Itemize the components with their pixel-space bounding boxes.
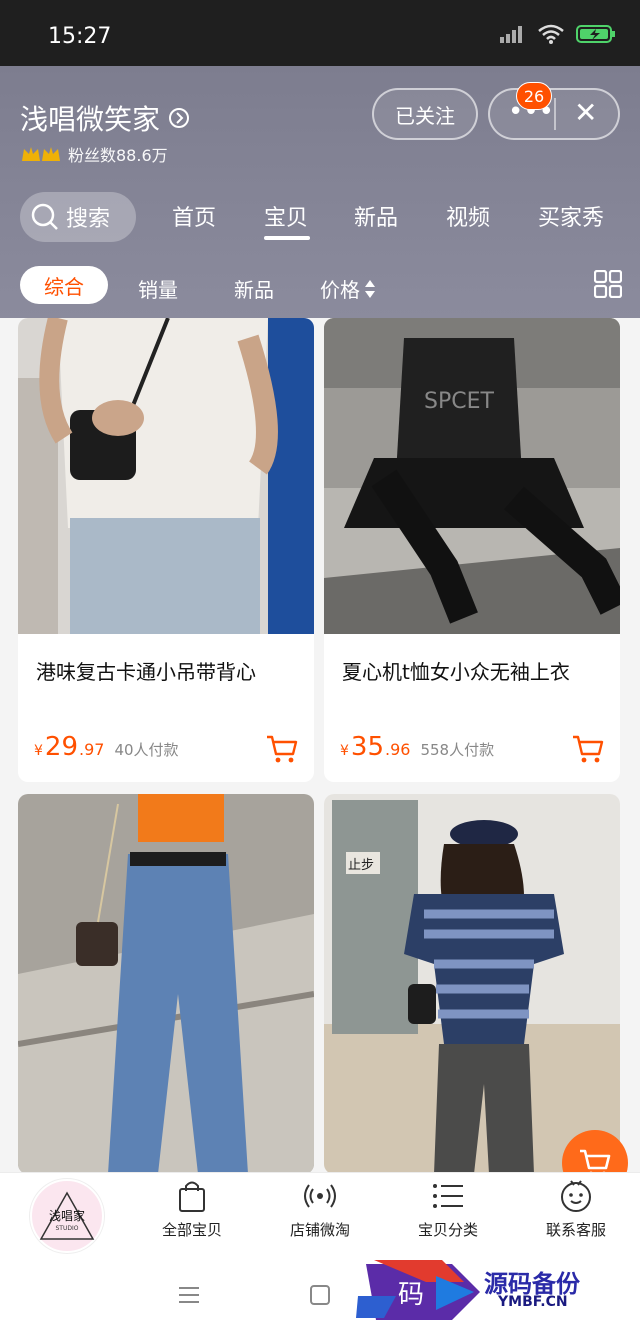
search-button[interactable]: 搜索 [20,192,136,242]
search-icon [31,203,58,230]
shop-name: 浅唱微笑家 [20,103,161,136]
paid-count: 558人付款 [420,741,495,759]
product-card[interactable]: 止步 [324,794,620,1174]
add-to-cart-icon[interactable] [572,734,604,764]
watermark-glyph: 码 [398,1280,425,1310]
product-title: 夏心机t恤女小众无袖上衣 [342,660,570,684]
svg-text:止步: 止步 [348,858,374,873]
paid-count: 40人付款 [114,741,179,759]
product-card[interactable]: SPCET 夏心机t恤女小众无袖上衣 ¥ 35 .96 558人付款 [324,318,620,782]
tab-all-items[interactable]: 全部宝贝 [132,1179,252,1240]
active-tab-indicator [264,236,310,240]
product-image: 止步 [324,794,620,1174]
tab-categories[interactable]: 宝贝分类 [388,1179,508,1240]
filter-sales[interactable]: 销量 [138,274,178,303]
system-nav-bar: 码 源码备份 YMBF.CN [0,1256,640,1332]
shop-nav: 搜索 首页 宝贝 新品 视频 买家秀 [0,190,640,242]
tab-buyer-show[interactable]: 买家秀 [538,200,604,232]
shop-name-link[interactable]: 浅唱微笑家 [20,98,190,138]
price-decimal: .96 [385,740,411,759]
crown-icon [22,147,60,161]
product-image: SPCET [324,318,620,634]
status-time: 15:27 [48,24,112,49]
tab-new[interactable]: 新品 [354,200,398,232]
follow-button[interactable]: 已关注 [372,88,478,140]
price-integer: 35 [350,732,385,762]
product-image [18,794,314,1174]
capsule-divider [554,98,556,130]
sort-arrows-icon [365,279,375,298]
home-icon[interactable] [309,1284,331,1306]
product-card[interactable]: 港味复古卡通小吊带背心 ¥ 29 .97 40人付款 [18,318,314,782]
product-image [18,318,314,634]
grid-view-icon[interactable] [594,270,622,298]
status-bar: 15:27 [0,0,640,66]
filter-price-label: 价格 [320,278,360,302]
tab-shop-feed[interactable]: 店铺微淘 [260,1179,380,1240]
filter-price[interactable]: 价格 [320,274,376,303]
menu-icon[interactable] [178,1286,200,1304]
broadcast-icon [304,1184,336,1208]
mini-program-capsule: ••• ✕ [488,88,620,140]
signal-icon [500,26,522,43]
price-integer: 29 [44,732,79,762]
price-currency: ¥ [34,743,43,759]
product-price: ¥ 29 .97 40人付款 [34,732,179,762]
fans-info: 粉丝数88.6万 [20,142,168,166]
svg-text:SPCET: SPCET [424,389,494,414]
product-card[interactable] [18,794,314,1174]
close-icon[interactable]: ✕ [574,98,597,128]
logo-text: 浅唱家 [48,1209,85,1223]
logo-subtext: STUDIO [55,1225,79,1232]
chevron-right-circle-icon [169,108,190,128]
price-decimal: .97 [79,740,105,759]
filter-new[interactable]: 新品 [234,274,274,303]
filter-comprehensive[interactable]: 综合 [20,266,108,304]
tab-all-items-label: 全部宝贝 [161,1221,222,1239]
product-price: ¥ 35 .96 558人付款 [340,732,494,762]
tab-categories-label: 宝贝分类 [417,1221,478,1239]
shopping-bag-icon [179,1181,205,1212]
fans-count: 粉丝数88.6万 [68,146,168,165]
tab-items[interactable]: 宝贝 [264,200,308,232]
add-to-cart-icon[interactable] [266,734,298,764]
product-title: 港味复古卡通小吊带背心 [36,660,256,684]
search-label: 搜索 [66,207,111,232]
tab-home[interactable]: 首页 [172,200,216,232]
filter-bar: 综合 销量 新品 价格 [0,262,640,306]
list-icon [433,1184,463,1208]
shop-logo[interactable]: 浅唱家 STUDIO [30,1179,104,1253]
shop-bottom-bar: 浅唱家 STUDIO 全部宝贝 店铺微淘 宝贝分类 联系客服 [0,1172,640,1257]
tab-video[interactable]: 视频 [446,200,490,232]
battery-icon [576,25,615,43]
tab-shop-feed-label: 店铺微淘 [289,1221,350,1239]
status-icons [500,24,616,44]
wifi-icon [538,24,564,44]
price-currency: ¥ [340,743,349,759]
tab-customer-service-label: 联系客服 [545,1221,606,1239]
tab-customer-service[interactable]: 联系客服 [516,1179,636,1240]
shop-header: 浅唱微笑家 粉丝数88.6万 已关注 ••• ✕ 26 搜索 首页 宝贝 新品 … [0,66,640,318]
watermark-url: YMBF.CN [498,1294,568,1310]
notification-badge: 26 [516,82,552,110]
service-face-icon [561,1180,591,1212]
